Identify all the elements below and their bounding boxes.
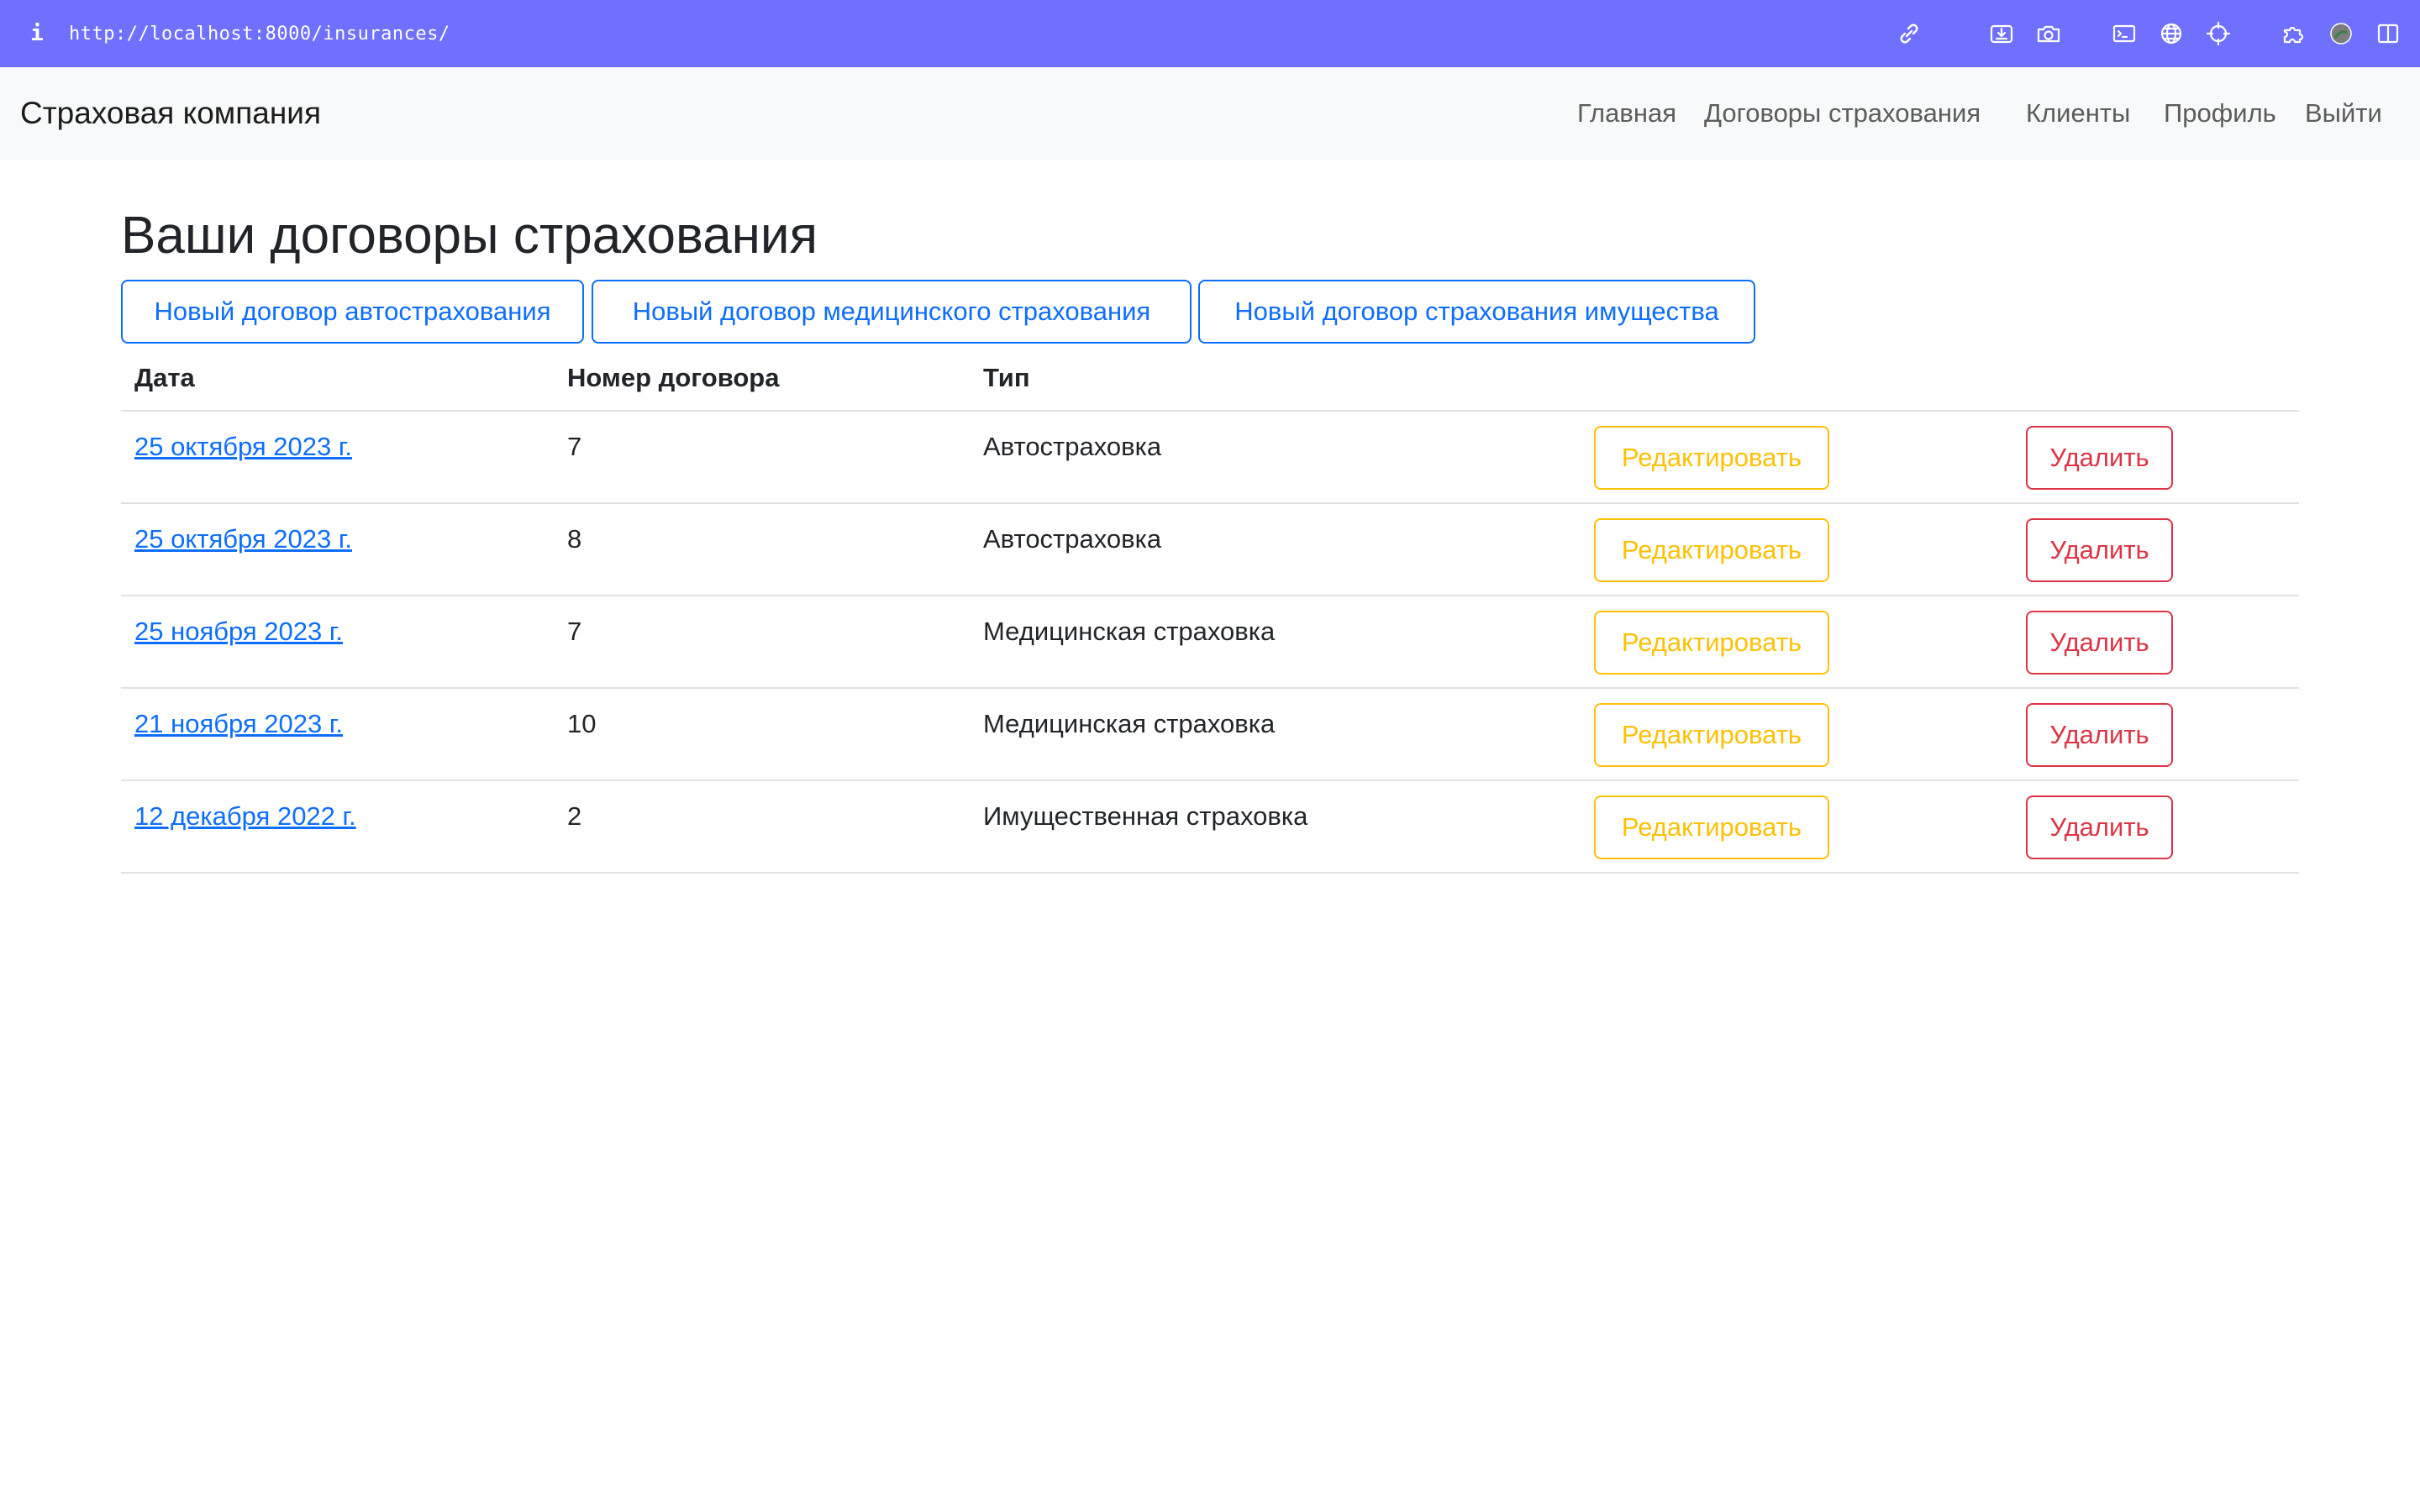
contract-date-link[interactable]: 25 октября 2023 г. (134, 522, 352, 556)
contract-date-link[interactable]: 21 ноября 2023 г. (134, 707, 343, 741)
puzzle-icon[interactable] (2279, 18, 2309, 49)
navbar: Страховая компания Главная Договоры стра… (0, 67, 2420, 160)
edit-button[interactable]: Редактировать (1594, 518, 1829, 582)
contract-type: Автостраховка (983, 432, 1162, 461)
globe-icon[interactable] (2156, 18, 2186, 49)
contract-type: Медицинская страховка (983, 617, 1276, 646)
contract-type: Автостраховка (983, 524, 1162, 554)
contract-number: 7 (567, 617, 582, 646)
contract-type: Имущественная страховка (983, 801, 1308, 831)
link-icon[interactable] (1894, 18, 1924, 49)
table-row: 25 ноября 2023 г. 7 Медицинская страховк… (121, 596, 2299, 687)
table-row: 12 декабря 2022 г. 2 Имущественная страх… (121, 781, 2299, 872)
edit-button[interactable]: Редактировать (1594, 795, 1829, 859)
address-bar-url[interactable]: http://localhost:8000/insurances/ (69, 18, 450, 49)
browser-toolbar: i http://localhost:8000/insurances/ (0, 0, 2420, 67)
table-row: 25 октября 2023 г. 8 Автостраховка Редак… (121, 504, 2299, 595)
contract-number: 7 (567, 432, 582, 461)
edit-button[interactable]: Редактировать (1594, 426, 1829, 490)
contract-date-link[interactable]: 25 октября 2023 г. (134, 430, 352, 464)
contract-date-link[interactable]: 25 ноября 2023 г. (134, 615, 343, 648)
contract-number: 8 (567, 524, 582, 554)
table-divider (121, 872, 2299, 874)
contract-number: 10 (567, 709, 597, 738)
nav-link-logout[interactable]: Выйти (2305, 94, 2382, 133)
contract-type: Медицинская страховка (983, 709, 1276, 738)
download-icon[interactable] (1986, 18, 2017, 49)
info-icon[interactable]: i (29, 18, 45, 49)
nav-link-clients[interactable]: Клиенты (2026, 94, 2130, 133)
nav-link-contracts[interactable]: Договоры страхования (1704, 94, 1981, 133)
column-header-number: Номер договора (567, 363, 780, 392)
contract-number: 2 (567, 801, 582, 831)
column-header-type: Тип (983, 363, 1030, 392)
delete-button[interactable]: Удалить (2026, 426, 2173, 490)
crosshair-icon[interactable] (2203, 18, 2233, 49)
terminal-icon[interactable] (2109, 18, 2139, 49)
page-title: Ваши договоры страхования (121, 206, 818, 265)
sidebar-icon[interactable] (2373, 18, 2403, 49)
delete-button[interactable]: Удалить (2026, 518, 2173, 582)
column-header-date: Дата (134, 363, 195, 392)
avatar-icon[interactable] (2326, 18, 2356, 49)
table-row: 25 октября 2023 г. 7 Автостраховка Редак… (121, 412, 2299, 502)
edit-button[interactable]: Редактировать (1594, 703, 1829, 767)
delete-button[interactable]: Удалить (2026, 611, 2173, 675)
table-row: 21 ноября 2023 г. 10 Медицинская страхов… (121, 689, 2299, 780)
contract-date-link[interactable]: 12 декабря 2022 г. (134, 800, 356, 833)
new-auto-contract-button[interactable]: Новый договор автострахования (121, 280, 584, 344)
delete-button[interactable]: Удалить (2026, 795, 2173, 859)
new-medical-contract-button[interactable]: Новый договор медицинского страхования (592, 280, 1192, 344)
edit-button[interactable]: Редактировать (1594, 611, 1829, 675)
delete-button[interactable]: Удалить (2026, 703, 2173, 767)
nav-link-home[interactable]: Главная (1577, 94, 1676, 133)
nav-link-profile[interactable]: Профиль (2164, 94, 2276, 133)
camera-icon[interactable] (2033, 18, 2064, 49)
new-property-contract-button[interactable]: Новый договор страхования имущества (1198, 280, 1755, 344)
navbar-brand[interactable]: Страховая компания (20, 94, 321, 133)
